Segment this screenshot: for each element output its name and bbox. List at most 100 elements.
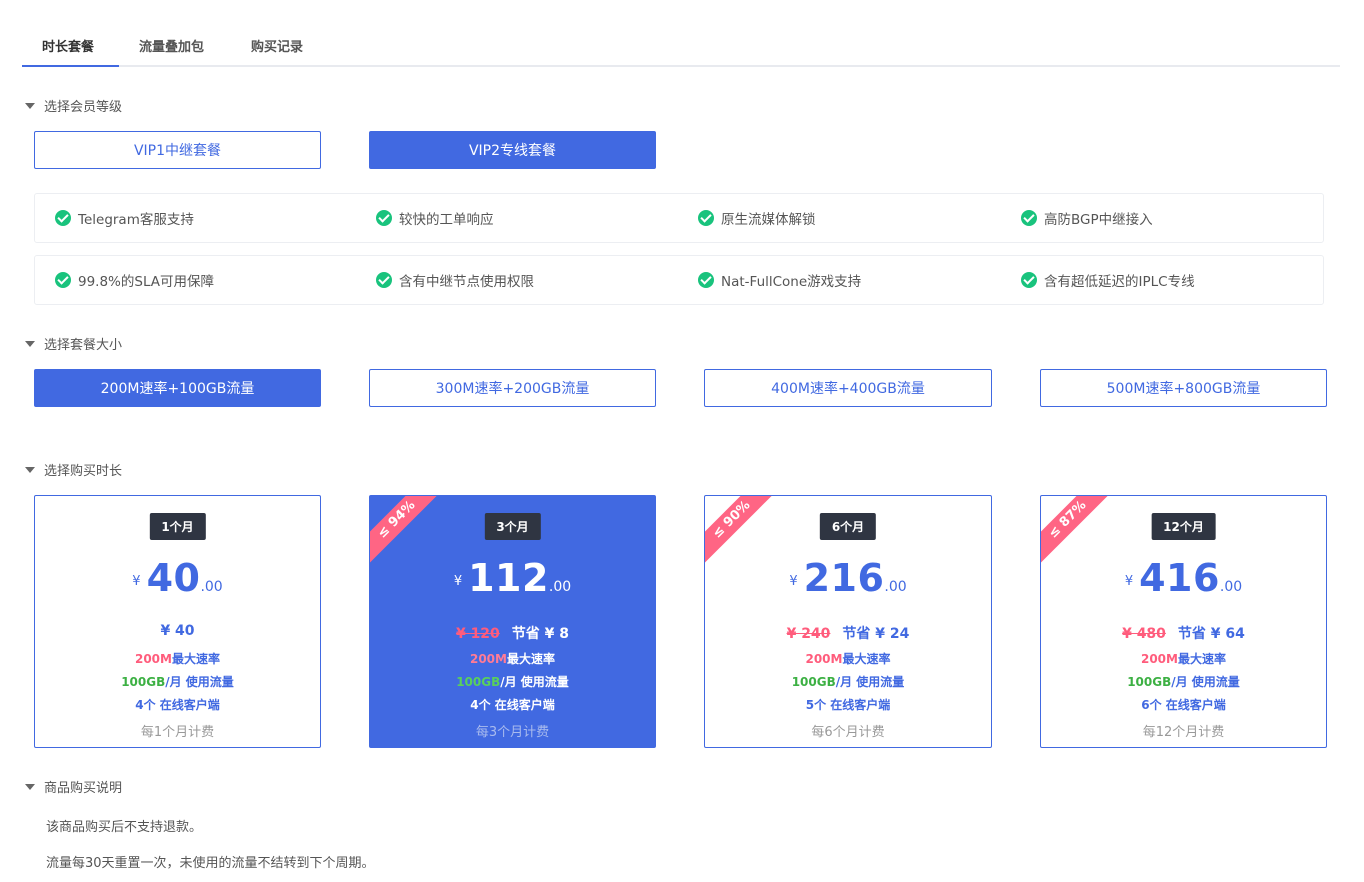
duration-card-12-months[interactable]: ≤ 87% 12个月 ¥416.00 ¥ 480 节省 ¥ 64 200M最大速率… <box>1040 495 1327 748</box>
price-integer: 40 <box>146 556 201 600</box>
traffic-value: 100GB <box>1127 675 1172 689</box>
price-integer: 216 <box>803 556 885 600</box>
savings: 节省 ¥ 8 <box>511 626 570 642</box>
feature-row-1: Telegram客服支持 较快的工单响应 原生流媒体解锁 高防BGP中继接入 <box>34 193 1324 243</box>
speed-spec: 200M最大速率 <box>35 650 320 667</box>
traffic-label: /月 使用流量 <box>835 675 905 689</box>
savings: 节省 ¥ 24 <box>842 626 910 642</box>
price-decimal: .00 <box>548 579 572 595</box>
currency-symbol: ¥ <box>453 574 463 589</box>
discount-ribbon: ≤ 87% <box>1041 496 1112 564</box>
traffic-spec: 100GB/月 使用流量 <box>1041 673 1326 690</box>
feature-label: 原生流媒体解锁 <box>721 212 816 228</box>
speed-label: 最大速率 <box>1177 652 1226 666</box>
section-size-header[interactable]: 选择套餐大小 <box>25 334 122 353</box>
caret-down-icon <box>25 102 35 109</box>
billing-period: 每3个月计费 <box>475 725 550 740</box>
section-notes-header[interactable]: 商品购买说明 <box>25 777 122 796</box>
price: ¥112.00 <box>370 556 655 600</box>
check-circle-icon <box>1021 272 1037 288</box>
size-500m-button[interactable]: 500M速率+800GB流量 <box>1040 369 1327 407</box>
feature-item: Nat-FullCone游戏支持 <box>698 256 861 304</box>
level-vip1-button[interactable]: VIP1中继套餐 <box>34 131 321 169</box>
check-circle-icon <box>1021 210 1037 226</box>
feature-label: Telegram客服支持 <box>78 212 194 228</box>
duration-card-1-month[interactable]: 1个月 ¥40.00 ¥ 40 200M最大速率 100GB/月 使用流量 4个… <box>34 495 321 748</box>
feature-label: 含有超低延迟的IPLC专线 <box>1044 274 1195 290</box>
discount-ribbon: ≤ 90% <box>705 496 776 564</box>
month-badge: 6个月 <box>819 513 877 540</box>
feature-item: 高防BGP中继接入 <box>1021 194 1153 242</box>
feature-label: 高防BGP中继接入 <box>1044 212 1153 228</box>
section-duration-title: 选择购买时长 <box>44 464 123 479</box>
feature-row-2: 99.8%的SLA可用保障 含有中继节点使用权限 Nat-FullCone游戏支… <box>34 255 1324 305</box>
clients-spec: 6个 在线客户端 <box>1141 698 1226 712</box>
price-integer: 416 <box>1139 556 1220 600</box>
speed-spec: 200M最大速率 <box>705 650 991 667</box>
size-400m-button[interactable]: 400M速率+400GB流量 <box>704 369 992 407</box>
price-summary: ¥ 480 节省 ¥ 64 <box>1041 623 1326 643</box>
billing-period: 每6个月计费 <box>811 725 885 740</box>
duration-card-3-months[interactable]: ≤ 94% 3个月 ¥112.00 ¥ 120 节省 ¥ 8 200M最大速率 1… <box>369 495 656 748</box>
speed-value: 200M <box>805 652 843 666</box>
purchase-note: 该商品购买后不支持退款。 <box>46 820 203 835</box>
size-200m-button[interactable]: 200M速率+100GB流量 <box>34 369 321 407</box>
check-circle-icon <box>55 210 71 226</box>
billing-period: 每12个月计费 <box>1142 725 1225 740</box>
speed-spec: 200M最大速率 <box>1041 650 1326 667</box>
tab-purchase-history[interactable]: 购买记录 <box>251 36 303 55</box>
speed-spec: 200M最大速率 <box>370 650 655 667</box>
month-badge: 12个月 <box>1151 513 1216 540</box>
feature-item: 含有中继节点使用权限 <box>376 256 534 304</box>
billing-period: 每1个月计费 <box>140 725 215 740</box>
savings: 节省 ¥ 64 <box>1177 626 1245 642</box>
feature-item: 99.8%的SLA可用保障 <box>55 256 214 304</box>
traffic-label: /月 使用流量 <box>500 675 569 689</box>
section-size-title: 选择套餐大小 <box>44 338 123 353</box>
check-circle-icon <box>376 210 392 226</box>
price-integer: 112 <box>468 556 549 600</box>
feature-item: 含有超低延迟的IPLC专线 <box>1021 256 1195 304</box>
level-vip2-button[interactable]: VIP2专线套餐 <box>369 131 656 169</box>
speed-value: 200M <box>469 652 507 666</box>
caret-down-icon <box>25 340 35 347</box>
clients-spec: 5个 在线客户端 <box>805 698 891 712</box>
price-decimal: .00 <box>1219 579 1243 595</box>
caret-down-icon <box>25 466 35 473</box>
size-300m-button[interactable]: 300M速率+200GB流量 <box>369 369 656 407</box>
price: ¥416.00 <box>1041 556 1326 600</box>
price-summary: ¥ 40 <box>35 623 320 639</box>
price: ¥216.00 <box>705 556 991 600</box>
original-price: ¥ 240 <box>786 626 831 642</box>
feature-item: 较快的工单响应 <box>376 194 494 242</box>
speed-label: 最大速率 <box>171 652 220 666</box>
check-circle-icon <box>376 272 392 288</box>
check-circle-icon <box>55 272 71 288</box>
traffic-spec: 100GB/月 使用流量 <box>35 673 320 690</box>
clients-spec: 4个 在线客户端 <box>470 698 555 712</box>
section-notes-title: 商品购买说明 <box>44 781 123 796</box>
feature-label: Nat-FullCone游戏支持 <box>721 274 862 290</box>
feature-label: 99.8%的SLA可用保障 <box>78 274 215 290</box>
tab-traffic-addon[interactable]: 流量叠加包 <box>139 36 204 55</box>
clients-spec: 4个 在线客户端 <box>135 698 220 712</box>
section-level-header[interactable]: 选择会员等级 <box>25 96 122 115</box>
price-summary: ¥ 240 节省 ¥ 24 <box>705 623 991 643</box>
traffic-value: 100GB <box>456 675 501 689</box>
feature-label: 含有中继节点使用权限 <box>399 274 534 290</box>
price-summary: ¥ 120 节省 ¥ 8 <box>370 623 655 643</box>
feature-label: 较快的工单响应 <box>399 212 494 228</box>
currency-symbol: ¥ <box>789 574 798 589</box>
speed-label: 最大速率 <box>842 652 891 666</box>
check-circle-icon <box>698 272 714 288</box>
speed-label: 最大速率 <box>506 652 555 666</box>
total-price: ¥ 40 <box>160 623 195 639</box>
traffic-spec: 100GB/月 使用流量 <box>370 673 655 690</box>
speed-value: 200M <box>1140 652 1178 666</box>
traffic-label: /月 使用流量 <box>1171 675 1240 689</box>
duration-card-6-months[interactable]: ≤ 90% 6个月 ¥216.00 ¥ 240 节省 ¥ 24 200M最大速率 … <box>704 495 992 748</box>
section-duration-header[interactable]: 选择购买时长 <box>25 460 122 479</box>
traffic-value: 100GB <box>791 675 836 689</box>
tab-duration-plan[interactable]: 时长套餐 <box>42 36 94 55</box>
original-price: ¥ 120 <box>455 626 500 642</box>
